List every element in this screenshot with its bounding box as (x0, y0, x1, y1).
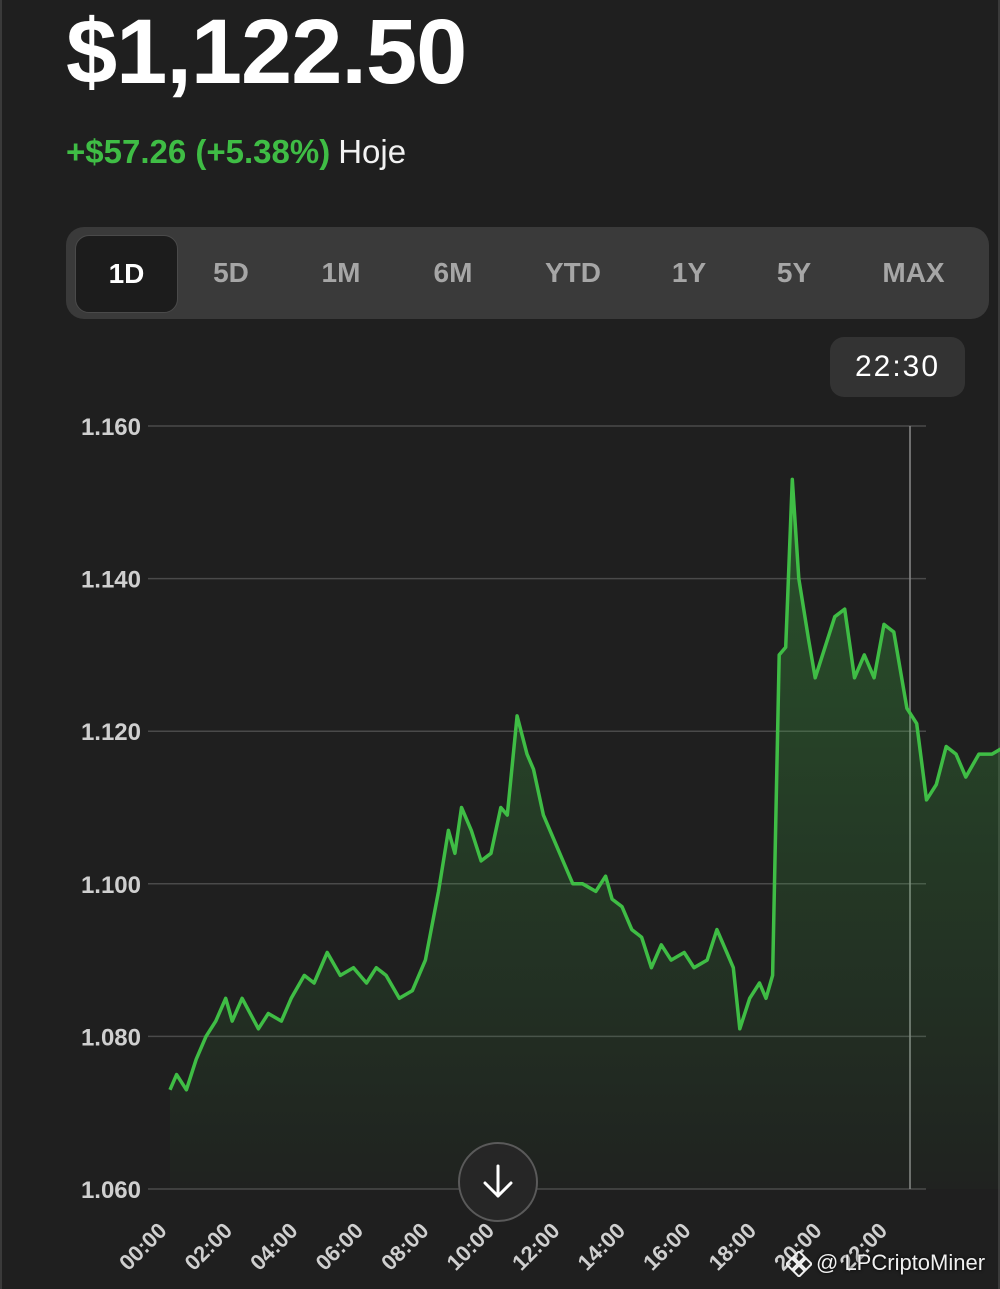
price-chart[interactable]: 1.160 1.140 1.120 1.100 1.080 1.060 00:00 02:0… (0, 0, 1000, 1289)
x-tick-label: 00:00 (114, 1218, 171, 1275)
watermark: @ LPCriptoMiner (786, 1250, 986, 1278)
x-tick-label: 18:00 (704, 1218, 761, 1275)
x-tick-label: 16:00 (638, 1218, 695, 1275)
y-tick-label: 1.080 (81, 1024, 141, 1051)
watermark-text: @ LPCriptoMiner (816, 1250, 986, 1275)
x-tick-label: 06:00 (311, 1218, 368, 1275)
x-tick-label: 14:00 (573, 1218, 630, 1275)
y-tick-label: 1.140 (81, 567, 141, 594)
y-tick-label: 1.120 (81, 719, 141, 746)
x-tick-label: 02:00 (180, 1218, 237, 1275)
x-tick-label: 12:00 (507, 1218, 564, 1275)
x-tick-label: 08:00 (376, 1218, 433, 1275)
x-tick-label: 10:00 (442, 1218, 499, 1275)
scroll-down-button[interactable] (458, 1142, 538, 1222)
arrow-down-icon (483, 1164, 513, 1198)
exchange-logo-icon (786, 1251, 812, 1278)
y-tick-label: 1.160 (81, 414, 141, 441)
y-tick-label: 1.060 (81, 1177, 141, 1204)
x-tick-label: 04:00 (245, 1218, 302, 1275)
y-tick-label: 1.100 (81, 872, 141, 899)
price-area-fill (170, 479, 1000, 1189)
